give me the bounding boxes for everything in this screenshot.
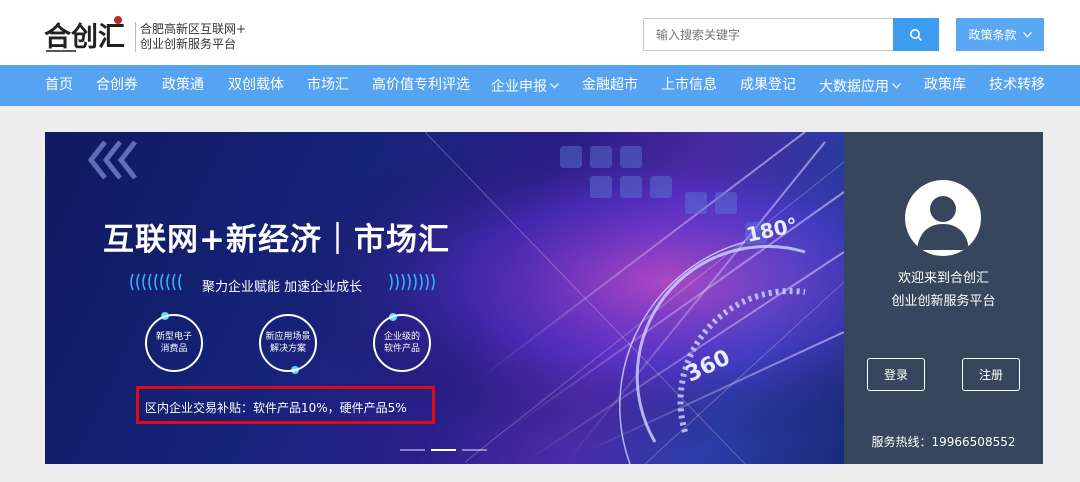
nav-item-hechuangquan[interactable]: 合创券 [96, 65, 138, 106]
search-button[interactable] [893, 18, 939, 51]
welcome-line-1: 欢迎来到合创汇 [897, 271, 989, 286]
policy-dropdown-label: 政策条款 [968, 28, 1017, 42]
nav-item-patent-selection[interactable]: 高价值专利评选 [372, 65, 470, 106]
nav-item-shichanghui[interactable]: 市场汇 [307, 65, 349, 106]
register-button[interactable]: 注册 [962, 358, 1020, 391]
feature-circle-enterprise-software: 企业级的 软件产品 [373, 314, 431, 372]
nav-item-shuangchuang[interactable]: 双创载体 [228, 65, 284, 106]
nav-item-finance-market[interactable]: 金融超市 [582, 65, 638, 106]
carousel-indicators [400, 449, 487, 451]
subtitle-line-2: 创业创新服务平台 [140, 37, 237, 51]
welcome-line-2: 创业创新服务平台 [891, 294, 996, 309]
carousel-dot-1[interactable] [400, 449, 425, 451]
feature-circle-consumer-electronics: 新型电子 消费品 [145, 314, 203, 372]
logo-divider [135, 22, 136, 52]
nav-item-tech-transfer[interactable]: 技术转移 [989, 65, 1045, 106]
search-input[interactable] [643, 18, 893, 51]
search-icon [910, 28, 923, 41]
logo[interactable]: 合创汇 [44, 12, 139, 56]
header: 合创汇 合肥高新区互联网+ 创业创新服务平台 政策条款 [0, 0, 1080, 65]
service-hotline: 服务热线：19966508552 [871, 435, 1016, 449]
nav-item-home[interactable]: 首页 [45, 65, 73, 106]
nav-item-listing-info[interactable]: 上市信息 [661, 65, 717, 106]
svg-text:合创汇: 合创汇 [44, 21, 125, 53]
chevron-down-icon [550, 65, 559, 106]
carousel-dot-3[interactable] [462, 449, 487, 451]
main-nav: 首页 合创券 政策通 双创载体 市场汇 高价值专利评选 企业申报 金融超市 上市… [0, 65, 1080, 106]
nav-item-enterprise-declare[interactable]: 企业申报 [491, 65, 559, 106]
chevron-down-icon [892, 65, 901, 106]
nav-item-zhengcetong[interactable]: 政策通 [162, 65, 204, 106]
subtitle-line-1: 合肥高新区互联网+ [140, 22, 247, 36]
carousel-dot-2[interactable] [431, 449, 456, 451]
nav-item-policy-library[interactable]: 政策库 [924, 65, 966, 106]
feature-circle-application-scenarios: 新应用场景 解决方案 [259, 314, 317, 372]
platform-subtitle: 合肥高新区互联网+ 创业创新服务平台 [140, 22, 246, 52]
avatar-icon [905, 180, 981, 256]
login-panel: 欢迎来到合创汇 创业创新服务平台 登录 注册 服务热线：19966508552 [844, 132, 1043, 464]
subsidy-text: 区内企业交易补贴：软件产品10%，硬件产品5% [145, 401, 407, 415]
banner-subtitle: 聚力企业赋能 加速企业成长 [202, 280, 363, 295]
nav-item-bigdata[interactable]: 大数据应用 [819, 65, 901, 106]
banner-title: 互联网+新经济｜市场汇 [103, 222, 450, 258]
nav-item-achievement-register[interactable]: 成果登记 [740, 65, 796, 106]
chevron-down-icon [1022, 31, 1032, 38]
login-button[interactable]: 登录 [867, 358, 925, 391]
hero-banner[interactable]: 180° 360 互联网+新经济｜市场汇 聚力企业赋能 加速企业成长 新型电子消… [45, 132, 844, 464]
policy-dropdown[interactable]: 政策条款 [956, 18, 1044, 51]
